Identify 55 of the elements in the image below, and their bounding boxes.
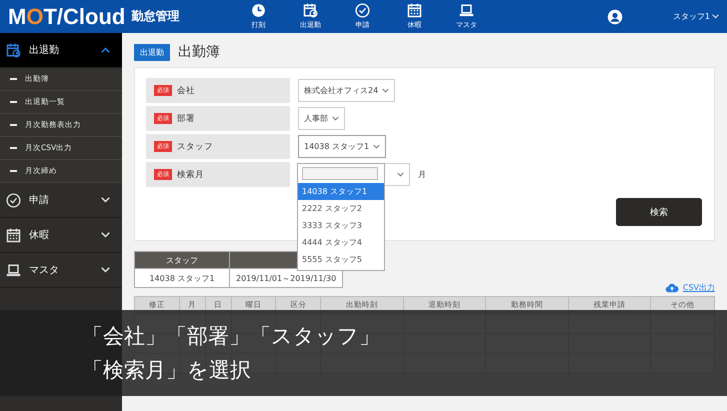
sidebar-item[interactable]: 出退勤: [0, 33, 122, 68]
dash-icon: [10, 147, 17, 149]
laptop-icon: [458, 3, 474, 18]
select-field[interactable]: 株式会社オフィス24: [298, 79, 396, 102]
laptop-icon: [6, 262, 21, 278]
sidebar-item[interactable]: マスタ: [0, 253, 122, 288]
check-circle-icon: [6, 192, 21, 208]
sidebar-label: 出退勤: [29, 44, 60, 57]
caret-icon: [373, 144, 380, 149]
user-menu[interactable]: スタッフ1: [672, 11, 719, 22]
sidebar-label: マスタ: [29, 264, 60, 277]
cloud-upload-icon: [664, 282, 679, 292]
caret-icon: [332, 116, 339, 121]
select-field[interactable]: 14038 スタッフ1: [298, 135, 386, 158]
caption-text: 「会社」「部署」「スタッフ」: [82, 323, 380, 350]
sidebar-label: 休暇: [29, 229, 50, 242]
sidebar-label: 申請: [29, 194, 50, 207]
chevron-down-icon: [712, 14, 719, 19]
check-circle-icon: [354, 3, 370, 18]
label-text: 会社: [177, 84, 195, 96]
table-cell: 14038 スタッフ1: [134, 268, 230, 288]
user-icon[interactable]: [606, 8, 623, 24]
search-button[interactable]: 検索: [616, 198, 702, 226]
calendar-clock-icon: [6, 42, 21, 58]
label-text: 部署: [177, 112, 195, 124]
caption-text: 「検索月」を選択: [82, 357, 251, 384]
calendar-icon: [406, 3, 422, 18]
calendar-icon: [6, 228, 21, 242]
column-header: スタッフ: [134, 252, 230, 268]
caret-icon: [397, 172, 404, 177]
chevron-down-icon: [101, 267, 110, 273]
dash-icon: [10, 170, 17, 172]
unit-label: 月: [418, 169, 426, 180]
csv-export-link[interactable]: CSV出力: [664, 282, 715, 293]
section-badge: 出退勤: [134, 44, 170, 60]
logo: MOT/Cloud: [8, 4, 126, 30]
chevron-down-icon: [101, 232, 110, 238]
label-text: スタッフ: [177, 140, 213, 152]
sidebar-item[interactable]: 申請: [0, 183, 122, 218]
sidebar-item[interactable]: 休暇: [0, 218, 122, 253]
dash-icon: [10, 124, 17, 126]
caret-icon: [382, 88, 390, 93]
clock-icon: [250, 3, 266, 18]
table-cell: 2019/11/01～2019/11/30: [230, 268, 343, 288]
label-text: 検索月: [177, 168, 204, 180]
calendar-clock-icon: [302, 3, 318, 18]
chevron-up-icon: [101, 47, 110, 53]
filter-field[interactable]: [302, 167, 378, 180]
dash-icon: [10, 101, 17, 103]
app-name: 勤怠管理: [131, 8, 180, 25]
page-title: 出勤簿: [178, 43, 220, 61]
select-field[interactable]: 人事部: [298, 107, 345, 130]
dropdown-option[interactable]: 14038 スタッフ1: [298, 183, 384, 200]
dash-icon: [10, 78, 17, 80]
chevron-down-icon: [101, 197, 110, 203]
